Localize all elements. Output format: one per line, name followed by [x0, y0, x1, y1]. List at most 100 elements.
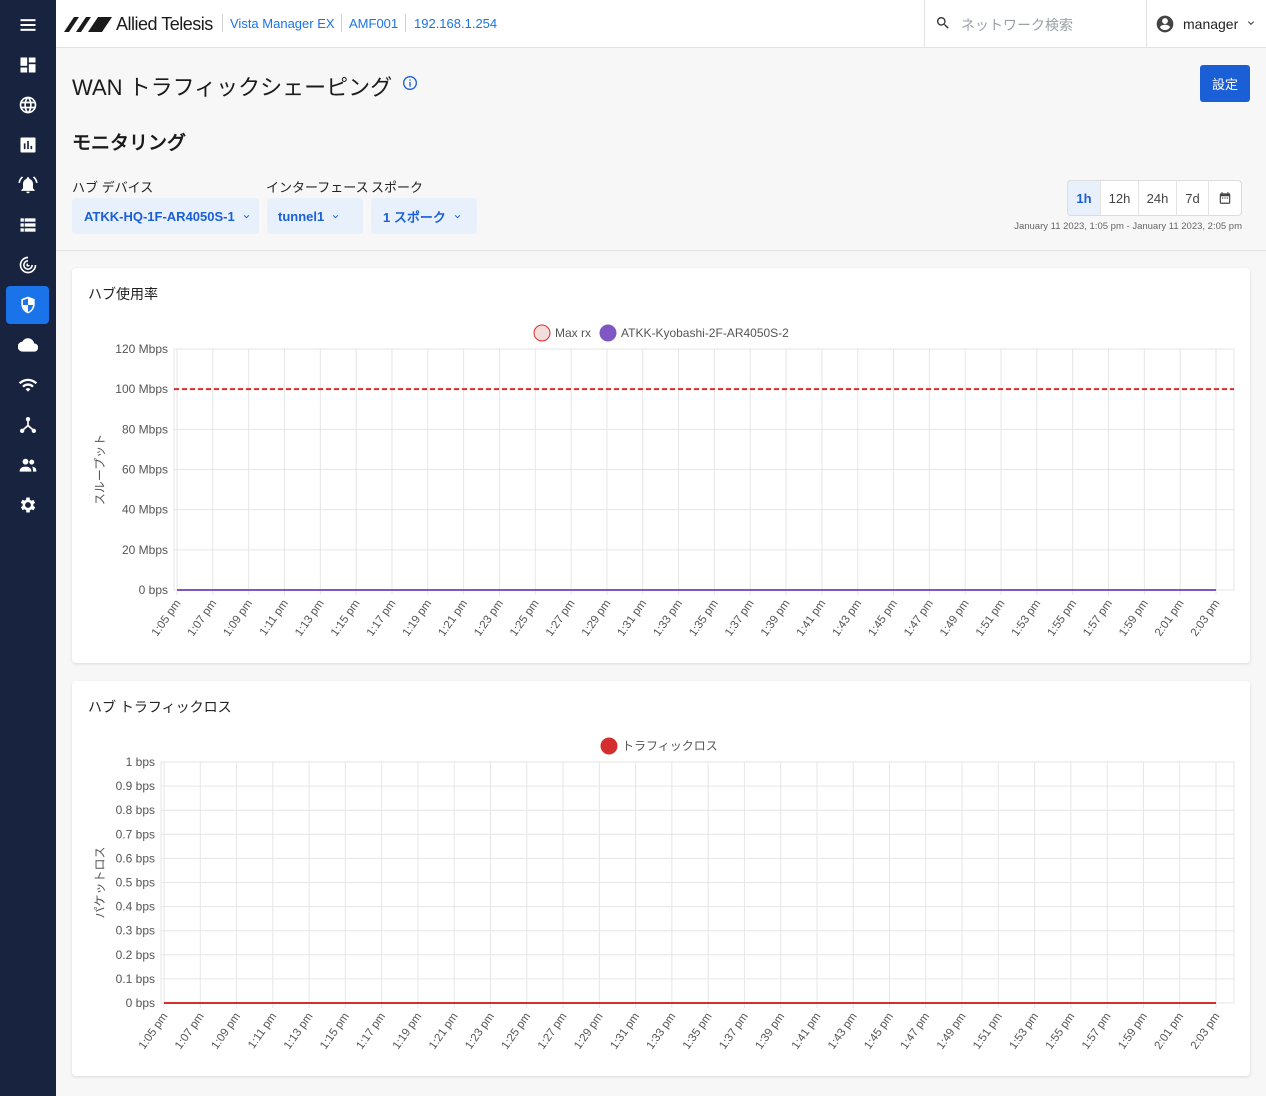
range-12h-button[interactable]: 12h: [1101, 181, 1139, 215]
y-tick-label: 1 bps: [126, 755, 155, 769]
y-axis-title: スループット: [93, 434, 107, 505]
x-tick-label: 1:35 pm: [687, 598, 721, 639]
breadcrumb-network[interactable]: AMF001: [349, 16, 398, 31]
x-tick-label: 1:53 pm: [1007, 1011, 1041, 1052]
x-tick-label: 1:47 pm: [902, 598, 936, 639]
settings-button[interactable]: 設定: [1200, 65, 1250, 102]
y-tick-label: 0.9 bps: [116, 779, 155, 793]
range-1h-button[interactable]: 1h: [1068, 181, 1101, 215]
hub-device-value: ATKK-HQ-1F-AR4050S-1: [84, 208, 235, 224]
section-title: モニタリング: [72, 133, 187, 154]
legend-label-0: Max rx: [555, 326, 591, 340]
topology-icon[interactable]: [6, 406, 49, 444]
x-tick-label: 2:03 pm: [1189, 598, 1223, 639]
list-icon[interactable]: [6, 206, 49, 244]
time-range-text: January 11 2023, 1:05 pm - January 11 20…: [1014, 221, 1242, 232]
x-tick-label: 1:53 pm: [1010, 598, 1044, 639]
y-tick-label: 100 Mbps: [115, 382, 168, 396]
y-tick-label: 0.5 bps: [116, 876, 155, 890]
hub-usage-card: ハブ使用率 0 bps 20 Mbps 40 Mbps 60 Mbps 80 Mbps 1…: [72, 268, 1250, 663]
x-tick-label: 1:41 pm: [795, 598, 829, 639]
brand-logo[interactable]: Allied Telesis: [64, 13, 213, 35]
x-tick-label: 1:17 pm: [354, 1011, 388, 1052]
y-tick-label: 40 Mbps: [122, 503, 168, 517]
chevron-down-icon: [243, 214, 249, 218]
y-tick-label: 0.4 bps: [116, 900, 155, 914]
x-tick-label: 1:07 pm: [186, 598, 220, 639]
search-input[interactable]: ネットワーク検索: [961, 15, 1073, 35]
breadcrumb-product[interactable]: Vista Manager EX: [230, 16, 335, 31]
x-tick-label: 1:51 pm: [974, 598, 1008, 639]
x-tick-label: 1:05 pm: [150, 598, 184, 639]
x-tick-label: 1:57 pm: [1081, 598, 1115, 639]
x-tick-label: 1:25 pm: [508, 598, 542, 639]
x-tick-label: 1:21 pm: [427, 1011, 461, 1052]
menu-icon[interactable]: [6, 6, 49, 44]
top-bar: Allied Telesis Vista Manager EX AMF001 1…: [56, 0, 1266, 48]
search-icon: [936, 17, 949, 29]
x-tick-label: 1:55 pm: [1045, 598, 1079, 639]
interface-label: インターフェース: [266, 180, 369, 195]
y-tick-label: 0 bps: [126, 996, 155, 1010]
time-range-selector: 1h 12h 24h 7d: [1067, 180, 1242, 216]
x-tick-label: 1:45 pm: [862, 1011, 896, 1052]
y-tick-label: 0.3 bps: [116, 924, 155, 938]
hub-usage-chart[interactable]: 0 bps 20 Mbps 40 Mbps 60 Mbps 80 Mbps 100 Mbp…: [72, 268, 1250, 663]
spoke-value: 1 スポーク: [383, 209, 446, 225]
sidebar: [0, 0, 56, 1096]
x-tick-label: 1:59 pm: [1116, 1011, 1150, 1052]
x-tick-label: 1:39 pm: [753, 1011, 787, 1052]
x-tick-label: 1:51 pm: [971, 1011, 1005, 1052]
x-tick-label: 1:11 pm: [258, 598, 291, 638]
cloud-icon[interactable]: [6, 326, 49, 364]
calendar-icon: [1219, 192, 1231, 204]
interface-dropdown[interactable]: tunnel1: [267, 198, 363, 234]
info-icon[interactable]: [402, 75, 418, 91]
y-tick-label: 0.8 bps: [116, 803, 155, 817]
dashboard-icon[interactable]: [6, 46, 49, 84]
x-tick-label: 1:19 pm: [391, 1011, 425, 1052]
x-tick-label: 1:43 pm: [831, 598, 865, 639]
x-tick-label: 1:15 pm: [318, 1011, 352, 1052]
x-tick-label: 1:43 pm: [826, 1011, 860, 1052]
x-tick-label: 1:55 pm: [1044, 1011, 1078, 1052]
chevron-down-icon: [454, 214, 461, 218]
spoke-dropdown[interactable]: 1 スポーク: [371, 198, 477, 234]
x-tick-label: 1:17 pm: [365, 598, 399, 639]
x-tick-label: 1:27 pm: [536, 1011, 570, 1052]
y-tick-label: 0.6 bps: [116, 851, 155, 865]
range-24h-button[interactable]: 24h: [1139, 181, 1177, 215]
hub-traffic-loss-card: ハブ トラフィックロス 0 bps 0.1 bps 0.2 bps 0.3 bps 0.…: [72, 681, 1250, 1076]
shield-icon[interactable]: [6, 286, 49, 324]
network-search[interactable]: ネットワーク検索: [924, 0, 1146, 47]
x-tick-label: 1:33 pm: [645, 1011, 679, 1052]
alarm-icon[interactable]: [6, 166, 49, 204]
user-menu[interactable]: manager: [1146, 0, 1266, 47]
range-7d-button[interactable]: 7d: [1177, 181, 1209, 215]
radar-icon[interactable]: [6, 246, 49, 284]
hub-device-dropdown[interactable]: ATKK-HQ-1F-AR4050S-1: [72, 198, 259, 234]
hub-traffic-loss-chart[interactable]: 0 bps 0.1 bps 0.2 bps 0.3 bps 0.4 bps 0.5 bps…: [72, 681, 1250, 1076]
y-tick-label: 0 bps: [139, 583, 168, 597]
y-tick-label: 0.1 bps: [116, 972, 155, 986]
chevron-down-icon: [332, 214, 339, 218]
globe-icon[interactable]: [6, 86, 49, 124]
y-tick-label: 20 Mbps: [122, 543, 168, 557]
x-tick-label: 1:49 pm: [938, 598, 972, 639]
x-tick-label: 1:49 pm: [935, 1011, 969, 1052]
calendar-button[interactable]: [1209, 181, 1241, 215]
main-content: WAN トラフィックシェーピング 設定 モニタリング ハブ デバイス インターフ…: [56, 48, 1266, 1096]
x-tick-label: 1:37 pm: [723, 598, 757, 639]
x-tick-label: 2:01 pm: [1153, 598, 1187, 639]
x-tick-label: 1:27 pm: [544, 598, 578, 639]
x-tick-label: 1:29 pm: [580, 598, 614, 639]
users-icon[interactable]: [6, 446, 49, 484]
gear-icon[interactable]: [6, 486, 49, 524]
breadcrumb-ip[interactable]: 192.168.1.254: [414, 16, 497, 31]
spoke-label: スポーク: [371, 180, 424, 195]
wifi-icon[interactable]: [6, 366, 49, 404]
logo-mark-icon: [64, 17, 112, 32]
divider: [56, 250, 1266, 251]
bar-chart-icon[interactable]: [6, 126, 49, 164]
legend-label-1: ATKK-Kyobashi-2F-AR4050S-2: [621, 326, 789, 340]
